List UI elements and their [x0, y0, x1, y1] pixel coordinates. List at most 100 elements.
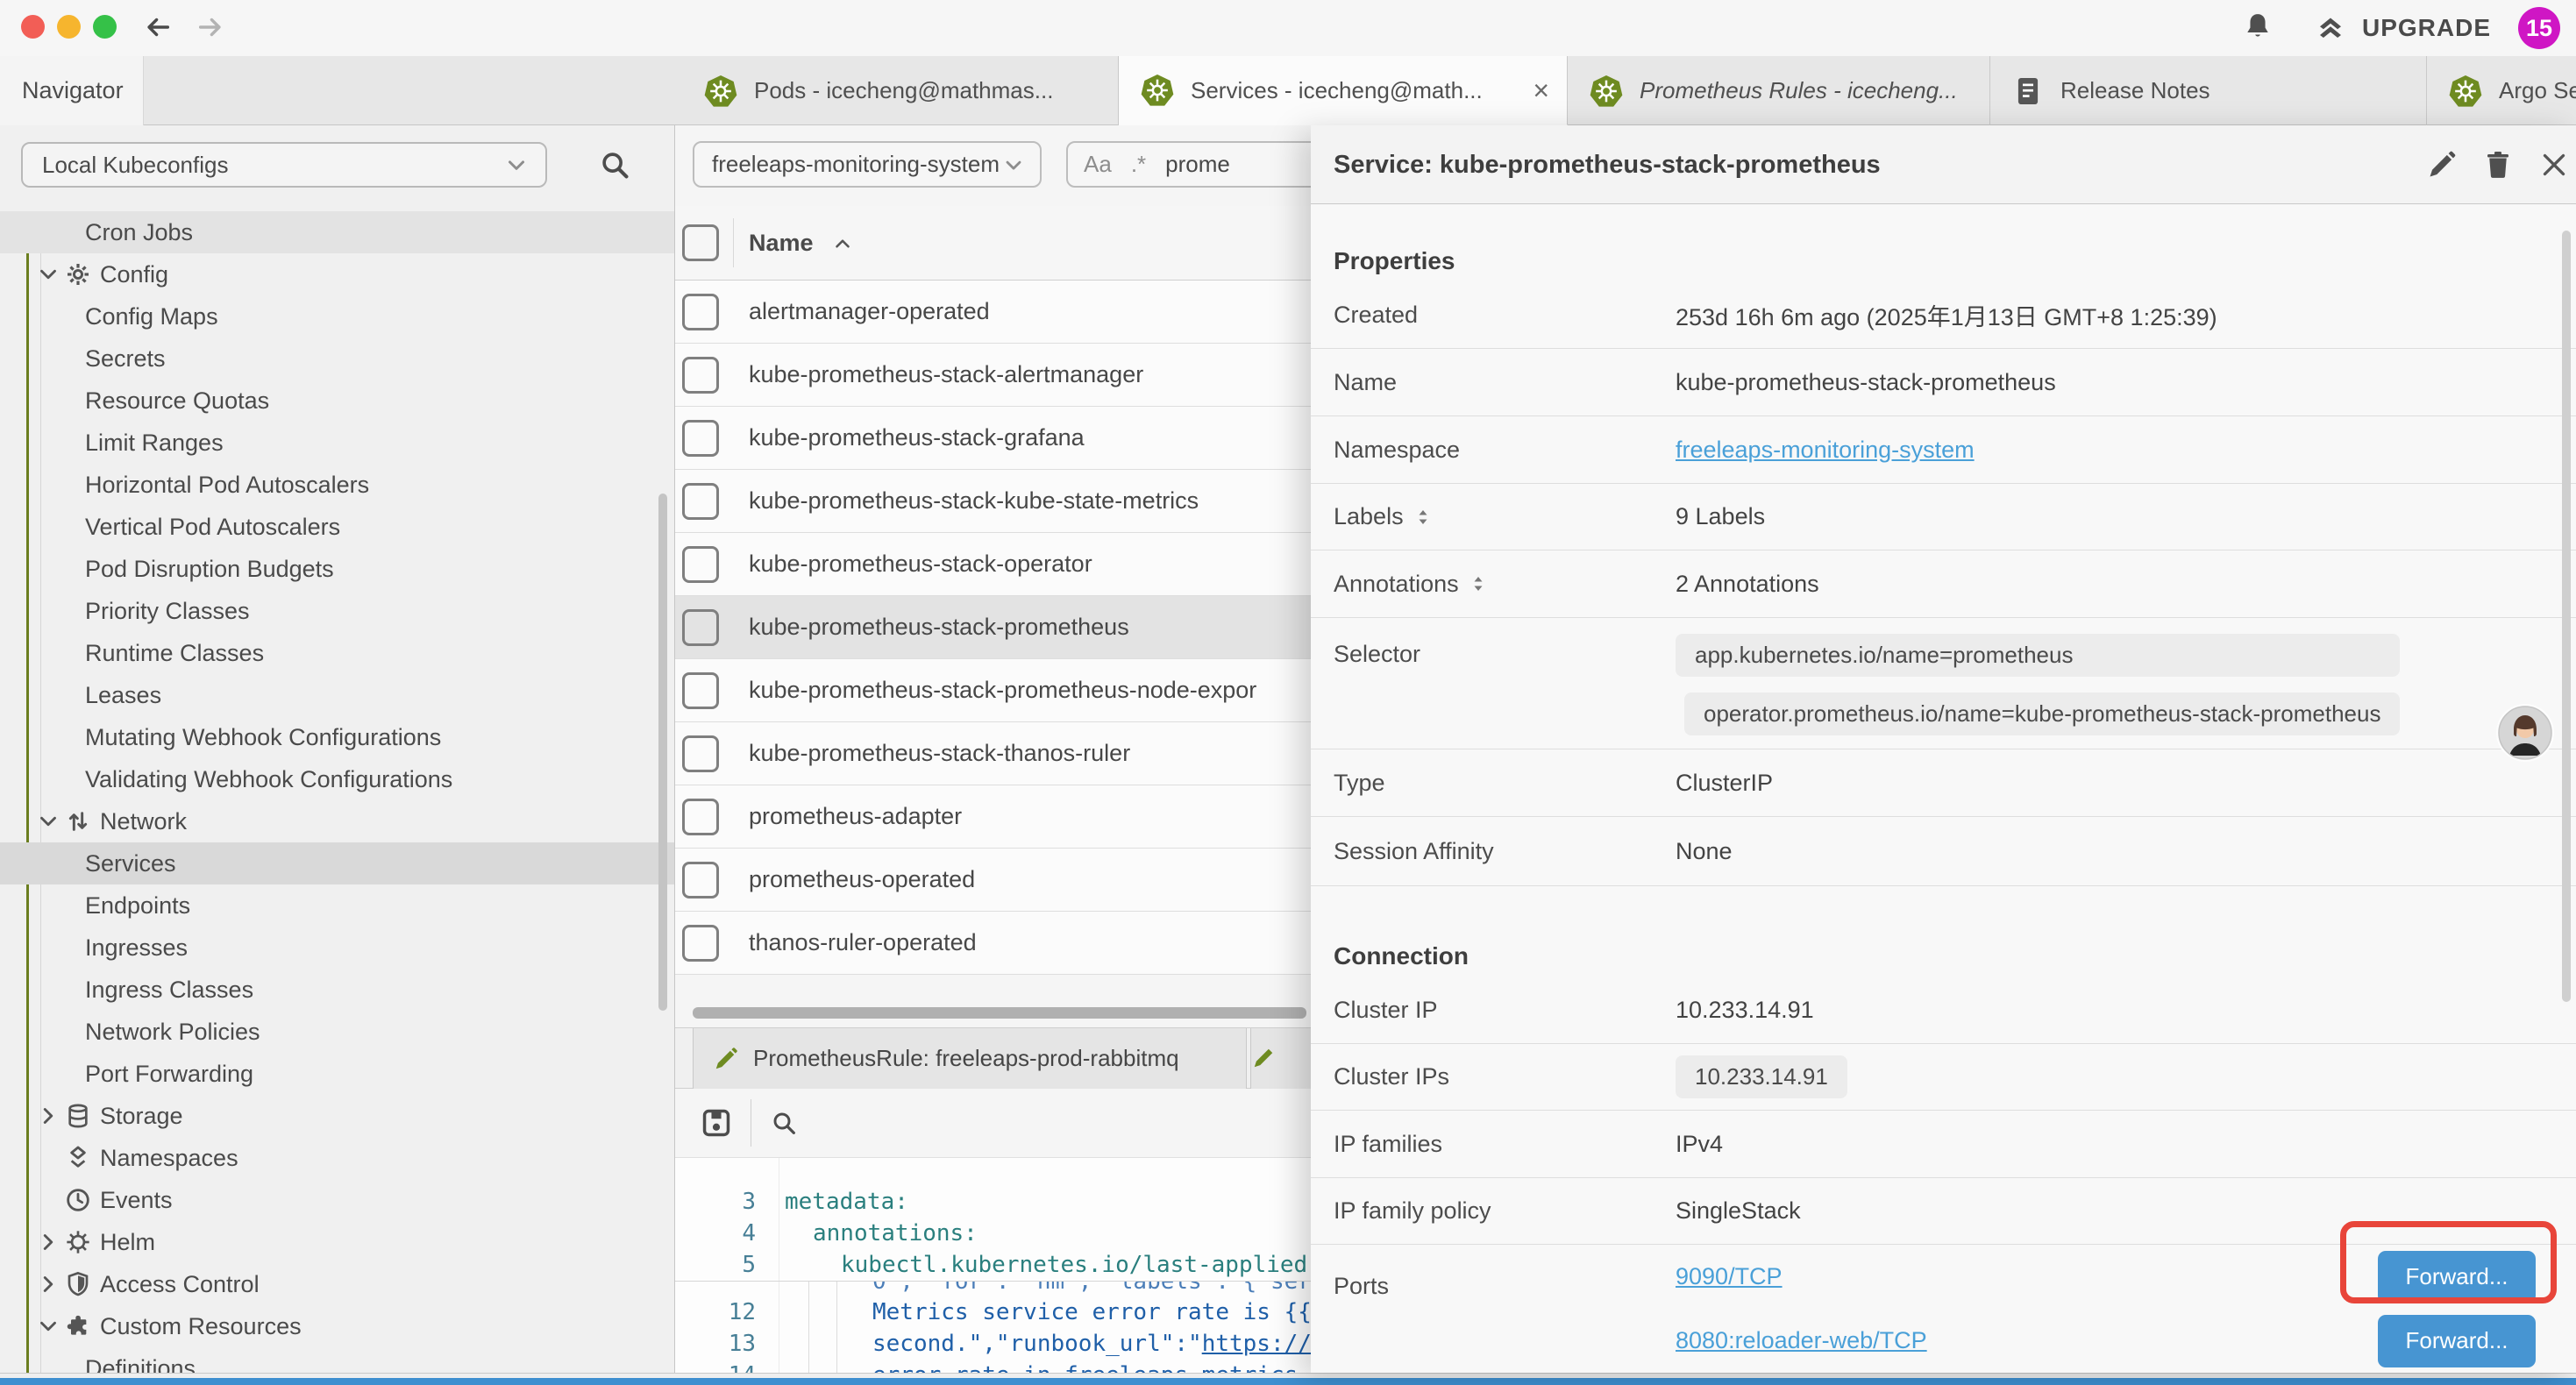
sidebar-item-config-maps[interactable]: Config Maps [0, 295, 674, 337]
tab-argo[interactable]: Argo Se [2427, 56, 2576, 125]
selector-chip[interactable]: app.kubernetes.io/name=prometheus [1676, 634, 2400, 677]
tab-release-notes[interactable]: Release Notes [1990, 56, 2427, 125]
double-chevron-up-icon[interactable] [2315, 11, 2346, 43]
sidebar-item-namespaces[interactable]: Namespaces [0, 1137, 674, 1179]
row-checkbox[interactable] [682, 735, 719, 772]
sidebar-item-config[interactable]: Config [0, 253, 674, 295]
expand-collapse-icon[interactable] [1468, 573, 1489, 594]
chevron-right-icon[interactable] [35, 1229, 61, 1255]
sidebar-item-leases[interactable]: Leases [0, 674, 674, 716]
tab-pods[interactable]: Pods - icecheng@mathmas... [682, 56, 1119, 125]
sort-ascending-icon[interactable] [831, 232, 854, 255]
close-tab-icon[interactable]: × [1533, 76, 1549, 104]
table-row[interactable]: kube-prometheus-stack-prometheus-node-ex… [675, 659, 1312, 722]
upgrade-button[interactable]: UPGRADE [2362, 0, 2491, 56]
row-checkbox[interactable] [682, 672, 719, 709]
sidebar-item-access-control[interactable]: Access Control [0, 1263, 674, 1305]
notification-count-badge[interactable]: 15 [2518, 7, 2560, 49]
sidebar-item-cron-jobs[interactable]: Cron Jobs [0, 211, 674, 253]
row-checkbox[interactable] [682, 925, 719, 962]
sidebar-item-horizontal-pod-autoscalers[interactable]: Horizontal Pod Autoscalers [0, 464, 674, 506]
sidebar-item-priority-classes[interactable]: Priority Classes [0, 590, 674, 632]
row-checkbox[interactable] [682, 483, 719, 520]
sidebar-item-port-forwarding[interactable]: Port Forwarding [0, 1053, 674, 1095]
table-row[interactable]: kube-prometheus-stack-kube-state-metrics [675, 470, 1312, 533]
row-checkbox[interactable] [682, 546, 719, 583]
sidebar-item-ingress-classes[interactable]: Ingress Classes [0, 969, 674, 1011]
table-row[interactable]: kube-prometheus-stack-grafana [675, 407, 1312, 470]
sidebar-item-runtime-classes[interactable]: Runtime Classes [0, 632, 674, 674]
search-input[interactable]: Aa .* prome [1066, 141, 1312, 188]
sidebar-item-network[interactable]: Network [0, 800, 674, 842]
sidebar-item-endpoints[interactable]: Endpoints [0, 884, 674, 927]
table-row[interactable]: alertmanager-operated [675, 281, 1312, 344]
tab-services[interactable]: Services - icecheng@math... × [1119, 56, 1568, 125]
bell-icon[interactable] [2241, 11, 2274, 44]
tab-prometheus-rules[interactable]: Prometheus Rules - icecheng... [1568, 56, 1990, 125]
row-checkbox[interactable] [682, 294, 719, 330]
port-link[interactable]: 8080:reloader-web/TCP [1676, 1327, 1927, 1354]
table-row[interactable]: prometheus-operated [675, 849, 1312, 912]
table-row[interactable]: prometheus-adapter [675, 785, 1312, 849]
trash-icon[interactable] [2482, 149, 2514, 181]
forward-arrow-icon[interactable] [196, 12, 225, 42]
avatar[interactable] [2495, 703, 2555, 763]
editor-tab-prometheusrule[interactable]: PrometheusRule: freeleaps-prod-rabbitmq [693, 1028, 1247, 1089]
sidebar-item-resource-quotas[interactable]: Resource Quotas [0, 380, 674, 422]
sidebar-item-validating-webhook-configurations[interactable]: Validating Webhook Configurations [0, 758, 674, 800]
expand-collapse-icon[interactable] [1413, 507, 1434, 528]
horizontal-scrollbar[interactable] [693, 1007, 1306, 1019]
cluster-ip-chip[interactable]: 10.233.14.91 [1676, 1055, 1847, 1098]
sidebar-item-mutating-webhook-configurations[interactable]: Mutating Webhook Configurations [0, 716, 674, 758]
table-row-selected[interactable]: kube-prometheus-stack-prometheus [675, 596, 1312, 659]
name-column-header[interactable]: Name [749, 206, 814, 281]
sidebar-scrollbar[interactable] [658, 494, 667, 1011]
forward-button[interactable]: Forward... [2378, 1251, 2536, 1303]
close-icon[interactable] [2538, 149, 2570, 181]
sidebar-item-ingresses[interactable]: Ingresses [0, 927, 674, 969]
sidebar-item-definitions[interactable]: Definitions [0, 1347, 674, 1373]
row-checkbox[interactable] [682, 799, 719, 835]
namespace-link[interactable]: freeleaps-monitoring-system [1676, 437, 1975, 464]
close-window-button[interactable] [21, 15, 45, 39]
back-arrow-icon[interactable] [143, 12, 173, 42]
sidebar-item-storage[interactable]: Storage [0, 1095, 674, 1137]
sidebar-item-events[interactable]: Events [0, 1179, 674, 1221]
chevron-down-icon[interactable] [35, 1313, 61, 1339]
chevron-down-icon[interactable] [35, 261, 61, 288]
editor-search-icon[interactable] [770, 1109, 798, 1137]
row-checkbox[interactable] [682, 357, 719, 394]
chevron-down-icon[interactable] [35, 808, 61, 835]
pencil-icon[interactable] [2426, 149, 2458, 181]
minimize-window-button[interactable] [57, 15, 81, 39]
sidebar-item-limit-ranges[interactable]: Limit Ranges [0, 422, 674, 464]
chevron-right-icon[interactable] [35, 1103, 61, 1129]
tab-navigator[interactable]: Navigator [0, 56, 144, 125]
table-row[interactable]: thanos-ruler-operated [675, 912, 1312, 975]
select-all-checkbox[interactable] [682, 224, 719, 261]
editor-tab-partial[interactable] [1250, 1028, 1312, 1089]
table-row[interactable]: kube-prometheus-stack-operator [675, 533, 1312, 596]
save-icon[interactable] [700, 1106, 733, 1140]
row-checkbox[interactable] [682, 862, 719, 898]
port-link[interactable]: 9090/TCP [1676, 1263, 1783, 1290]
table-row[interactable]: kube-prometheus-stack-thanos-ruler [675, 722, 1312, 785]
sidebar-item-vertical-pod-autoscalers[interactable]: Vertical Pod Autoscalers [0, 506, 674, 548]
sidebar-item-helm[interactable]: Helm [0, 1221, 674, 1263]
sidebar-item-custom-resources[interactable]: Custom Resources [0, 1305, 674, 1347]
forward-button[interactable]: Forward... [2378, 1315, 2536, 1367]
selector-chip[interactable]: operator.prometheus.io/name=kube-prometh… [1684, 692, 2400, 735]
table-row[interactable]: kube-prometheus-stack-alertmanager [675, 344, 1312, 407]
regex-toggle[interactable]: .* [1131, 151, 1146, 178]
sidebar-item-secrets[interactable]: Secrets [0, 337, 674, 380]
zoom-window-button[interactable] [93, 15, 117, 39]
chevron-right-icon[interactable] [35, 1271, 61, 1297]
yaml-editor[interactable]: 3metadata: 4annotations: 5kubectl.kubern… [675, 1157, 1312, 1373]
namespace-filter-select[interactable]: freeleaps-monitoring-system [693, 141, 1042, 188]
sidebar-item-pod-disruption-budgets[interactable]: Pod Disruption Budgets [0, 548, 674, 590]
search-icon[interactable] [598, 148, 631, 181]
kubeconfig-select[interactable]: Local Kubeconfigs [21, 142, 547, 188]
row-checkbox[interactable] [682, 609, 719, 646]
panel-scrollbar[interactable] [2562, 231, 2571, 1002]
sidebar-item-network-policies[interactable]: Network Policies [0, 1011, 674, 1053]
